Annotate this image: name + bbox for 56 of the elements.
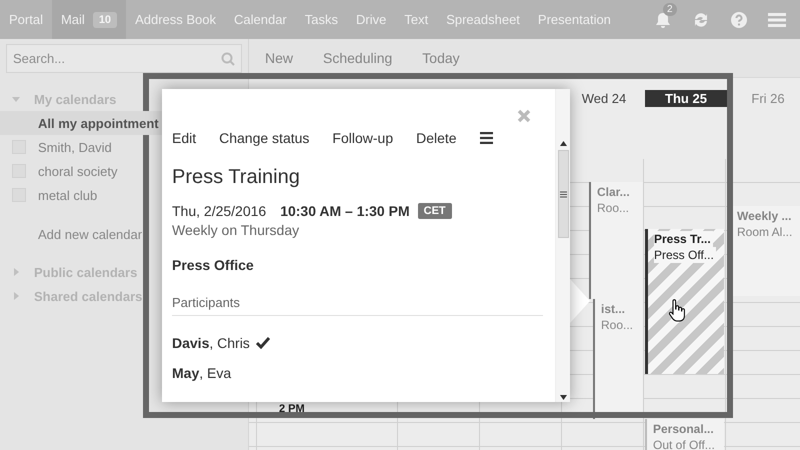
app-tab[interactable]: Calendar bbox=[225, 0, 296, 39]
toolbar-button[interactable]: New bbox=[255, 50, 304, 66]
app-tab[interactable]: Text bbox=[395, 0, 438, 39]
search-field[interactable]: Search... bbox=[6, 44, 242, 73]
help-icon[interactable] bbox=[730, 10, 748, 28]
app-tab[interactable]: Portal bbox=[0, 0, 52, 39]
menu-icon[interactable] bbox=[480, 132, 493, 144]
calendar-event[interactable]: Press Tr... Press Off... bbox=[645, 229, 724, 374]
hand-cursor-icon bbox=[668, 299, 686, 323]
event-title: Personal... bbox=[653, 421, 715, 437]
appointment-title: Press Training bbox=[172, 166, 301, 189]
calendar-event[interactable]: Personal... Out of Off... bbox=[645, 419, 724, 450]
participant-name: May, Eva bbox=[172, 365, 232, 381]
app-tab[interactable]: Address Book bbox=[126, 0, 225, 39]
add-calendar-link[interactable]: Add new calendar bbox=[38, 227, 142, 242]
event-title: Clar... bbox=[597, 184, 631, 200]
event-subtitle: Room Al... bbox=[737, 224, 794, 240]
scroll-down-icon[interactable] bbox=[560, 395, 566, 400]
toolbar-button[interactable]: Today bbox=[412, 50, 470, 66]
app-tab[interactable]: Spreadsheet bbox=[437, 0, 529, 39]
toolbar-button[interactable]: Scheduling bbox=[313, 50, 402, 66]
bell-icon[interactable] bbox=[654, 10, 672, 28]
participants-heading: Participants bbox=[172, 295, 543, 316]
event-title: ist... bbox=[601, 301, 626, 317]
search-icon[interactable] bbox=[221, 52, 235, 66]
app-tab[interactable]: Drive bbox=[347, 0, 396, 39]
action-link[interactable]: Delete bbox=[416, 130, 457, 146]
action-link[interactable]: Follow-up bbox=[332, 130, 394, 146]
event-subtitle: Press Off... bbox=[654, 247, 716, 263]
app-tab[interactable]: Tasks bbox=[296, 0, 347, 39]
scrollbar[interactable] bbox=[555, 89, 570, 402]
time-label: 2 PM bbox=[279, 403, 305, 415]
caret-down-icon bbox=[12, 95, 20, 103]
app-tab[interactable]: Presentation bbox=[528, 0, 620, 39]
day-header[interactable]: Thu 25 bbox=[645, 90, 727, 107]
caret-right-icon bbox=[12, 268, 20, 276]
event-subtitle: Roo... bbox=[601, 317, 634, 333]
notification-badge: 2 bbox=[663, 2, 677, 16]
event-title: Press Tr... bbox=[654, 231, 713, 247]
appointment-time: 10:30 AM – 1:30 PM bbox=[280, 203, 410, 219]
participant-name: Davis, Chris bbox=[172, 335, 250, 351]
close-button[interactable] bbox=[517, 109, 531, 123]
event-title: Weekly ... bbox=[737, 208, 792, 224]
event-subtitle: Out of Off... bbox=[653, 437, 716, 450]
calendar-event[interactable]: Clar... Roo... bbox=[589, 182, 643, 299]
refresh-icon[interactable] bbox=[692, 10, 710, 28]
recurrence-text: Weekly on Thursday bbox=[172, 222, 300, 238]
grip-icon bbox=[560, 190, 566, 198]
scroll-up-icon[interactable] bbox=[560, 141, 566, 146]
timezone-badge: CET bbox=[418, 203, 452, 219]
calendar-event[interactable]: ist... Roo... bbox=[593, 299, 643, 419]
day-header[interactable]: Fri 26 bbox=[727, 90, 800, 107]
location-text: Press Office bbox=[172, 257, 255, 273]
event-subtitle: Roo... bbox=[597, 200, 630, 216]
appointment-date: Thu, 2/25/2016 bbox=[172, 203, 266, 219]
caret-right-icon bbox=[12, 292, 20, 300]
